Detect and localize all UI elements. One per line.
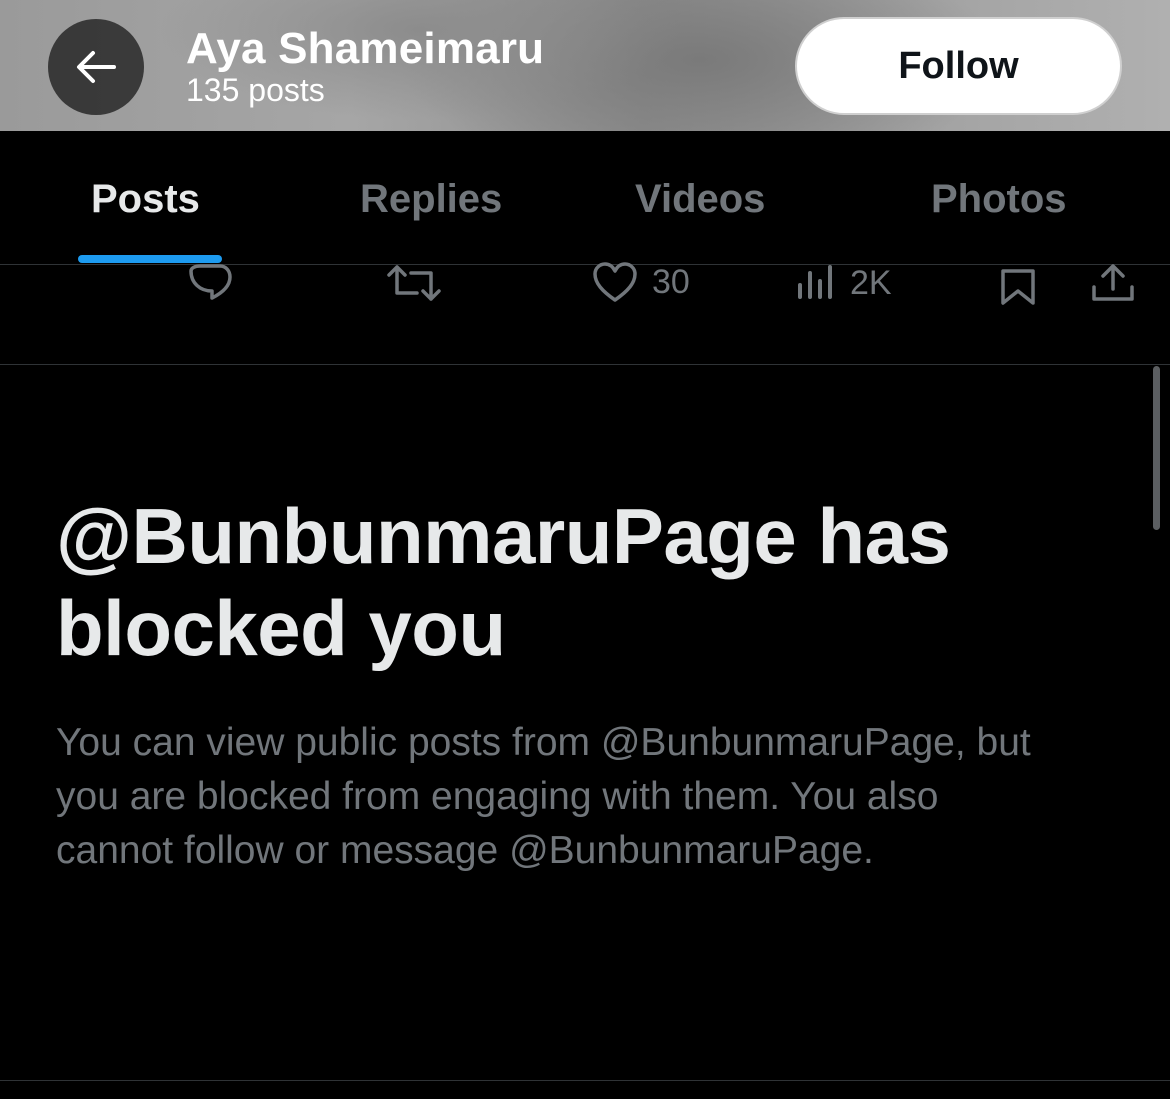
like-count: 30 <box>652 262 690 301</box>
tab-videos[interactable]: Videos <box>635 175 765 223</box>
share-icon <box>1092 264 1134 301</box>
post-action-bar: 30 2K <box>0 262 1170 365</box>
tab-replies[interactable]: Replies <box>360 175 502 223</box>
views-count: 2K <box>850 263 892 302</box>
tab-posts[interactable]: Posts <box>91 175 200 223</box>
tab-photos[interactable]: Photos <box>931 175 1067 223</box>
share-button[interactable] <box>1090 263 1136 303</box>
views-icon <box>798 265 832 299</box>
blocked-title: @BunbunmaruPage has blocked you <box>56 492 951 672</box>
follow-button[interactable]: Follow <box>795 17 1122 115</box>
blocked-description: You can view public posts from @Bunbunma… <box>56 721 1031 872</box>
reply-icon <box>189 263 232 300</box>
back-button[interactable] <box>48 19 144 115</box>
repost-icon <box>387 265 441 301</box>
profile-name: Aya Shameimaru <box>186 24 545 73</box>
profile-tabs: Posts Replies Videos Photos <box>0 131 1170 265</box>
scrollbar[interactable] <box>1153 366 1160 530</box>
bottom-divider <box>0 1080 1170 1081</box>
like-button[interactable]: 30 <box>592 261 690 303</box>
heart-icon <box>593 262 637 302</box>
views-button[interactable]: 2K <box>796 263 892 303</box>
repost-button[interactable] <box>387 263 441 303</box>
bookmark-button[interactable] <box>999 269 1037 305</box>
post-count: 135 posts <box>186 72 325 108</box>
blocked-notice: @BunbunmaruPage has blocked you You can … <box>56 490 1116 878</box>
profile-title-block: Aya Shameimaru 135 posts <box>186 24 544 108</box>
bookmark-icon <box>1001 269 1035 305</box>
reply-button[interactable] <box>186 261 234 301</box>
profile-header: Aya Shameimaru 135 posts Follow <box>0 0 1170 131</box>
arrow-left-icon <box>77 51 116 83</box>
